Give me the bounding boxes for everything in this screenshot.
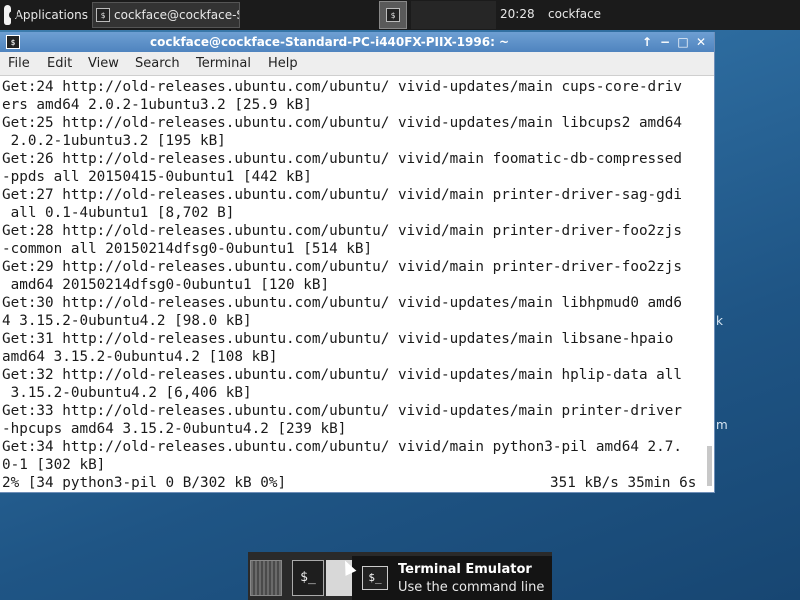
terminal-icon: $ [96,8,110,22]
close-icon[interactable]: ✕ [694,34,708,50]
workspace-2[interactable] [411,1,496,29]
terminal-line: 4 3.15.2-0ubuntu4.2 [98.0 kB] [2,313,252,329]
window-title: cockface@cockface-Standard-PC-i440FX-PII… [150,35,510,49]
terminal-window: $ cockface@cockface-Standard-PC-i440FX-P… [0,32,715,493]
taskbar-terminal-button[interactable]: $ cockface@cockface-Sta... [92,2,240,28]
terminal-line: 2.0.2-1ubuntu3.2 [195 kB] [2,133,226,149]
terminal-line: 3.15.2-0ubuntu4.2 [6,406 kB] [2,385,252,401]
terminal-line: Get:32 http://old-releases.ubuntu.com/ub… [2,367,682,383]
terminal-line: Get:28 http://old-releases.ubuntu.com/ub… [2,223,682,239]
terminal-status-left: 2% [34 python3-pil 0 B/302 kB 0%] [2,475,287,491]
terminal-line: amd64 3.15.2-0ubuntu4.2 [108 kB] [2,349,278,365]
terminal-line: 0-1 [302 kB] [2,457,106,473]
window-titlebar[interactable]: $ cockface@cockface-Standard-PC-i440FX-P… [0,32,714,52]
xfce-logo-icon [4,5,17,25]
terminal-line: -common all 20150214dfsg0-0ubuntu1 [514 … [2,241,373,257]
terminal-line: Get:27 http://old-releases.ubuntu.com/ub… [2,187,682,203]
minimize-icon[interactable]: − [658,34,672,50]
terminal-line: -ppds all 20150415-0ubuntu1 [442 kB] [2,169,312,185]
applications-label: Applications [14,8,88,22]
tooltip-subtitle: Use the command line [398,580,545,595]
terminal-line: Get:26 http://old-releases.ubuntu.com/ub… [2,151,682,167]
terminal-line: -hpcups amd64 3.15.2-0ubuntu4.2 [239 kB] [2,421,347,437]
terminal-icon: $ [386,8,400,22]
terminal-line: Get:29 http://old-releases.ubuntu.com/ub… [2,259,682,275]
window-terminal-icon[interactable]: $ [6,35,20,49]
shade-up-icon[interactable]: ↑ [640,34,654,50]
terminal-launcher[interactable]: $_ [292,560,324,596]
terminal-line: ers amd64 2.0.2-1ubuntu3.2 [25.9 kB] [2,97,312,113]
terminal-line: Get:30 http://old-releases.ubuntu.com/ub… [2,295,682,311]
terminal-line: all 0.1-4ubuntu1 [8,702 B] [2,205,235,221]
terminal-line: Get:25 http://old-releases.ubuntu.com/ub… [2,115,682,131]
menu-search[interactable]: Search [135,56,180,71]
terminal-line: Get:24 http://old-releases.ubuntu.com/ub… [2,79,682,95]
menu-view[interactable]: View [88,56,119,71]
terminal-output[interactable]: Get:24 http://old-releases.ubuntu.com/ub… [0,76,714,492]
user-menu[interactable]: cockface [548,7,604,21]
terminal-icon: $_ [362,566,388,590]
scrollbar-thumb[interactable] [707,446,712,486]
terminal-line: Get:33 http://old-releases.ubuntu.com/ub… [2,403,682,419]
workspace-1[interactable]: $ [379,1,407,29]
terminal-line: Get:31 http://old-releases.ubuntu.com/ub… [2,331,674,347]
menubar: File Edit View Search Terminal Help [0,52,714,76]
menu-file[interactable]: File [8,56,30,71]
menu-terminal[interactable]: Terminal [196,56,251,71]
taskbar-terminal-label: cockface@cockface-Sta... [114,8,239,22]
maximize-icon[interactable]: □ [676,34,690,50]
desktop-icon-label-fragment[interactable]: k [716,314,723,328]
tooltip-title: Terminal Emulator [398,562,532,577]
launcher-tooltip: $_ Terminal Emulator Use the command lin… [352,556,552,600]
terminal-scrollbar[interactable] [706,76,713,492]
terminal-line: amd64 20150214dfsg0-0ubuntu1 [120 kB] [2,277,330,293]
desktop-icon-label-fragment[interactable]: m [716,418,728,432]
terminal-status-right: 351 kB/s 35min 6s [550,475,697,491]
clock[interactable]: 20:28 [500,7,535,21]
applications-menu-button[interactable]: Applications [2,2,88,28]
menu-help[interactable]: Help [268,56,298,71]
menu-edit[interactable]: Edit [47,56,72,71]
terminal-line: Get:34 http://old-releases.ubuntu.com/ub… [2,439,682,455]
top-panel: Applications $ cockface@cockface-Sta... … [0,0,800,30]
show-desktop-launcher[interactable] [250,560,282,596]
